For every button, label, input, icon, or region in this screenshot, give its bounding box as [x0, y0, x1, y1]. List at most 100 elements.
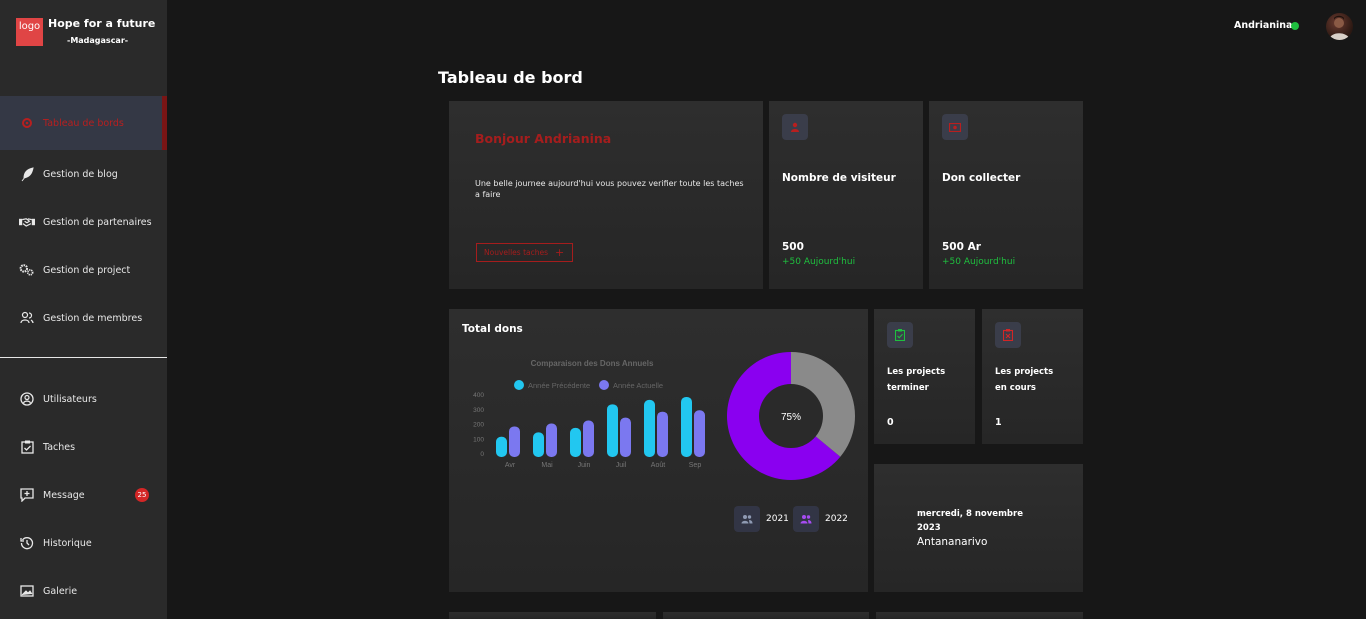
- logo: logo: [16, 18, 43, 46]
- projects-ongoing-card: Les projects en cours 1: [982, 309, 1083, 444]
- bar-chart: Comparaison des Dons Annuels Année Précé…: [473, 359, 705, 469]
- total-donations-card: Total dons Comparaison des Dons Annuels …: [449, 309, 868, 592]
- message-count-badge: 25: [135, 488, 149, 502]
- clipboard-check-icon: [887, 322, 913, 348]
- city-name: Antananarivo: [917, 536, 988, 548]
- sidebar-item-label: Tableau de bords: [43, 117, 124, 129]
- gears-icon: [19, 262, 35, 278]
- sidebar-item-label: Gestion de blog: [43, 168, 118, 180]
- projects-done-value: 0: [887, 417, 894, 428]
- legend-swatch: [599, 380, 609, 390]
- sidebar-item-messages[interactable]: Message 25: [0, 475, 167, 515]
- projects-ongoing-value: 1: [995, 417, 1002, 428]
- online-status-dot: [1291, 22, 1299, 30]
- bar: [620, 417, 631, 457]
- x-tick-label: Juil: [616, 462, 627, 469]
- legend-2022: 2022: [825, 514, 848, 524]
- bars: [496, 396, 705, 457]
- donations-value: 500 Ar: [942, 241, 981, 253]
- sidebar-item-tasks[interactable]: Taches: [0, 427, 167, 467]
- sidebar-item-dashboard[interactable]: Tableau de bords: [0, 96, 167, 150]
- sidebar-item-label: Gestion de project: [43, 264, 131, 276]
- x-tick-label: Mai: [541, 462, 553, 469]
- bar: [509, 426, 520, 457]
- date-line1: mercredi, 8 novembre: [917, 509, 1023, 519]
- gear-icon: [19, 115, 35, 131]
- bar: [570, 427, 581, 457]
- visitors-card: Nombre de visiteur 500 +50 Aujourd'hui: [769, 101, 923, 289]
- bar: [694, 410, 705, 457]
- x-tick-label: Juin: [578, 462, 591, 469]
- sidebar-item-users[interactable]: Utilisateurs: [0, 379, 167, 419]
- projects-done-card: Les projects terminer 0: [874, 309, 975, 444]
- bar: [657, 411, 668, 457]
- clipboard-check-icon: [19, 439, 35, 455]
- header-username[interactable]: Andrianina: [1234, 20, 1292, 31]
- new-tasks-button[interactable]: Nouvelles taches +: [476, 243, 573, 262]
- sidebar-item-label: Taches: [43, 441, 76, 453]
- projects-ongoing-line2: en cours: [995, 383, 1036, 393]
- sidebar-item-label: Gestion de partenaires: [43, 216, 152, 228]
- user-icon: [782, 114, 808, 140]
- y-tick-label: 400: [473, 392, 484, 399]
- sidebar-divider: [0, 357, 167, 358]
- new-tasks-label: Nouvelles taches: [484, 248, 549, 257]
- sidebar: logo Hope for a future -Madagascar- Tabl…: [0, 0, 167, 619]
- bar: [496, 436, 507, 457]
- donations-card: Don collecter 500 Ar +50 Aujourd'hui: [929, 101, 1083, 289]
- bar: [607, 404, 618, 457]
- sidebar-item-blog[interactable]: Gestion de blog: [0, 154, 167, 194]
- y-tick-label: 100: [473, 436, 484, 443]
- sidebar-item-history[interactable]: Historique: [0, 523, 167, 563]
- date-line2: 2023: [917, 523, 941, 533]
- chart-legend: Année Précédente Année Actuelle: [514, 380, 663, 390]
- handshake-icon: [19, 214, 35, 230]
- history-icon: [19, 535, 35, 551]
- sidebar-item-partners[interactable]: Gestion de partenaires: [0, 202, 167, 242]
- chart-title: Comparaison des Dons Annuels: [531, 359, 654, 368]
- projects-done-line2: terminer: [887, 383, 929, 393]
- sidebar-item-label: Utilisateurs: [43, 393, 97, 405]
- bar: [644, 399, 655, 457]
- y-axis: 400 300 200 100 0: [473, 392, 484, 458]
- date-card: mercredi, 8 novembre 2023 Antananarivo: [874, 464, 1083, 592]
- sidebar-item-gallery[interactable]: Galerie: [0, 571, 167, 611]
- avatar[interactable]: [1326, 13, 1353, 40]
- brand-subtitle: -Madagascar-: [67, 36, 129, 45]
- donations-delta: +50 Aujourd'hui: [942, 257, 1016, 267]
- sidebar-item-projects[interactable]: Gestion de project: [0, 250, 167, 290]
- x-tick-label: Sep: [689, 462, 702, 469]
- sidebar-item-label: Gestion de membres: [43, 312, 143, 324]
- sidebar-item-members[interactable]: Gestion de membres: [0, 298, 167, 338]
- welcome-greeting: Bonjour Andrianina: [475, 131, 612, 146]
- message-plus-icon: [19, 487, 35, 503]
- legend-swatch: [514, 380, 524, 390]
- user-circle-icon: [19, 391, 35, 407]
- y-tick-label: 200: [473, 422, 484, 429]
- sidebar-item-label: Message: [43, 489, 85, 501]
- pie-chart: 75%: [727, 352, 855, 480]
- bottom-card-2: [663, 612, 869, 619]
- page-title: Tableau de bord: [438, 68, 583, 87]
- money-icon: [942, 114, 968, 140]
- feather-icon: [19, 166, 35, 182]
- x-axis: Avr Mai Juin Juil Août Sep: [505, 462, 702, 469]
- sidebar-item-label: Historique: [43, 537, 92, 549]
- bar: [681, 396, 692, 457]
- x-tick-label: Août: [651, 462, 665, 469]
- y-tick-label: 0: [480, 451, 484, 458]
- projects-done-line1: Les projects: [887, 367, 946, 377]
- donations-title: Don collecter: [942, 172, 1021, 184]
- pie-center-label: 75%: [781, 412, 801, 423]
- sidebar-item-label: Galerie: [43, 585, 78, 597]
- bar: [583, 420, 594, 457]
- x-tick-label: Avr: [505, 462, 516, 469]
- y-tick-label: 300: [473, 407, 484, 414]
- clipboard-x-icon: [995, 322, 1021, 348]
- users-icon: [793, 506, 819, 532]
- bar: [533, 432, 544, 457]
- legend-2021: 2021: [766, 514, 789, 524]
- projects-ongoing-line1: Les projects: [995, 367, 1054, 377]
- brand-name: Hope for a future: [48, 17, 156, 30]
- bottom-card-3: [876, 612, 1083, 619]
